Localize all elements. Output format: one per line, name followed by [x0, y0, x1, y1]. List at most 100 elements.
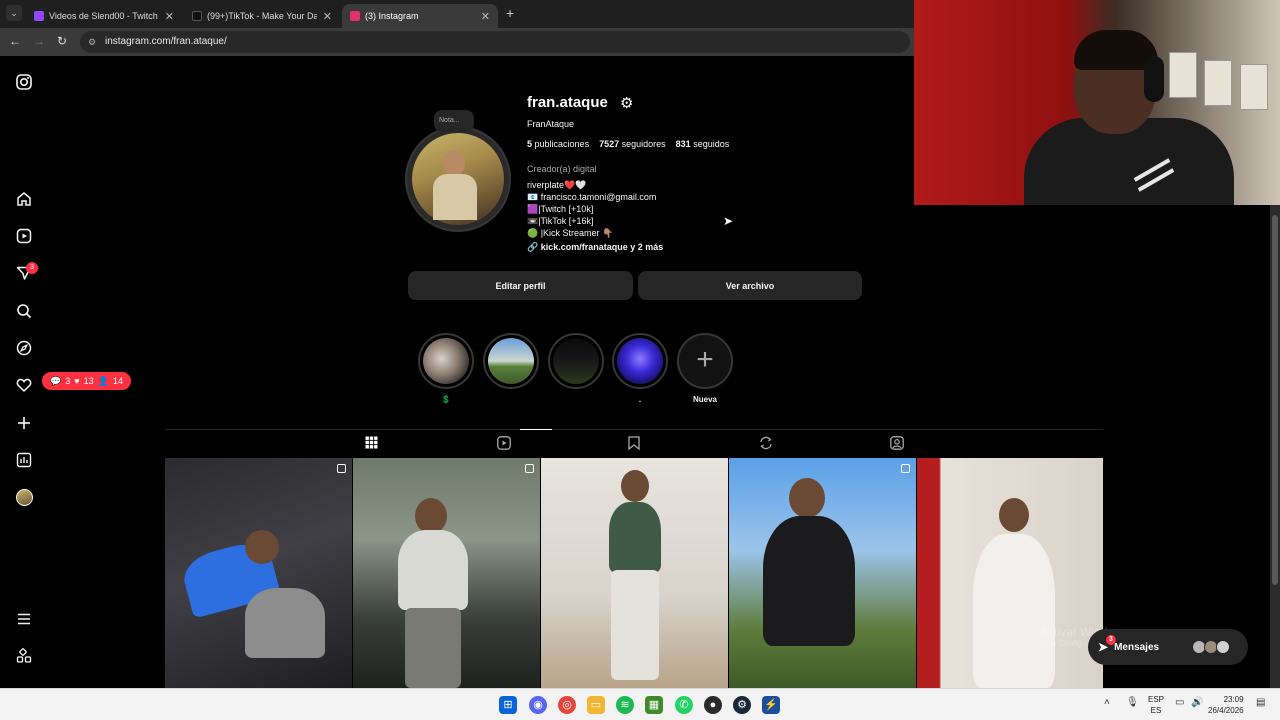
tab-label: Videos de Slend00 - Twitch [49, 11, 158, 21]
sidebar: 3 [0, 56, 48, 688]
home-icon[interactable] [14, 189, 34, 209]
bio-line: 🟢 |Kick Streamer 👇🏽 [527, 228, 614, 238]
tab-twitch[interactable]: Videos de Slend00 - Twitch ✕ [26, 4, 182, 28]
notifications-heart-icon[interactable] [14, 375, 34, 395]
bio-link[interactable]: 🔗 kick.com/franataque y 2 más [527, 241, 663, 253]
followers-stat[interactable]: 7527 seguidores [599, 139, 666, 149]
messages-badge: 3 [26, 262, 38, 274]
notifications-popup[interactable]: 💬 3 ♥ 13 👤 14 [42, 372, 131, 390]
tab-instagram[interactable]: (3) Instagram ✕ [342, 4, 498, 28]
obs-icon[interactable]: ● [704, 696, 722, 714]
keyboard-layout: ES [1150, 706, 1162, 715]
close-tab-icon[interactable]: ✕ [481, 10, 490, 23]
posts-label: publicaciones [534, 139, 590, 149]
highlight-label: . [638, 395, 642, 404]
tagged-person-icon[interactable] [890, 436, 904, 453]
highlight-item[interactable] [418, 333, 474, 389]
new-tab-button[interactable]: + [506, 5, 514, 21]
network-icon[interactable]: ▭ [1175, 697, 1184, 708]
link-icon: 🔗 [527, 242, 539, 252]
close-tab-icon[interactable]: ✕ [165, 10, 174, 23]
whatsapp-icon[interactable]: ✆ [675, 696, 693, 714]
note-placeholder: Nota... [439, 117, 460, 124]
followers-label: seguidores [621, 139, 666, 149]
tab-tiktok[interactable]: (99+)TikTok - Make Your Day ✕ [184, 4, 340, 28]
instagram-logo-icon[interactable] [14, 72, 34, 92]
bio-link-text: kick.com/franataque y 2 más [540, 242, 664, 252]
posts-count: 5 [527, 139, 533, 149]
post-thumbnail[interactable] [729, 458, 916, 688]
tab-label: (3) Instagram [365, 11, 419, 21]
note-bubble[interactable]: Nota... [434, 110, 474, 132]
profile-full-name: FranAtaque [527, 119, 575, 129]
instagram-favicon-icon [350, 11, 360, 21]
following-count: 831 [675, 139, 691, 149]
discord-icon[interactable]: ◉ [529, 696, 547, 714]
notification-center-icon[interactable]: ▤ [1256, 697, 1265, 708]
profile-category: Creador(a) digital [527, 164, 597, 174]
create-plus-icon[interactable] [14, 413, 34, 433]
language-indicator[interactable]: ESP ES [1148, 694, 1164, 716]
site-info-icon[interactable]: ⚙ [88, 31, 96, 53]
carousel-icon [525, 464, 534, 473]
post-thumbnail[interactable] [541, 458, 728, 688]
chrome-icon[interactable]: ◎ [558, 696, 576, 714]
follower-person-icon: 👤 [97, 375, 109, 386]
posts-grid-icon[interactable] [365, 436, 378, 452]
posts-grid [165, 458, 1103, 688]
close-tab-icon[interactable]: ✕ [323, 10, 332, 23]
post-thumbnail[interactable] [165, 458, 352, 688]
profile-username: fran.ataque [527, 94, 608, 111]
highlight-item[interactable] [483, 333, 539, 389]
profile-bio: riverplate❤️🤍 📧 francisco.tamoni@gmail.c… [527, 179, 663, 253]
reels-tab-icon[interactable] [497, 436, 511, 453]
steam-icon[interactable]: ⚙ [733, 696, 751, 714]
highlight-item[interactable] [612, 333, 668, 389]
profile-avatar[interactable] [14, 487, 34, 507]
windows-taskbar: ⊞ ◉ ◎ ▭ ≋ ▦ ✆ ● ⚙ ⚡ ˄ 🎙 ESP ES ▭ 🔊 23:09… [0, 688, 1280, 720]
windows-start-icon[interactable]: ⊞ [499, 696, 517, 714]
webcam-overlay [914, 0, 1280, 205]
more-menu-icon[interactable] [14, 609, 34, 629]
page-scrollbar[interactable] [1270, 205, 1280, 688]
forward-arrow-icon[interactable]: → [33, 34, 45, 48]
minecraft-icon[interactable]: ▦ [645, 696, 663, 714]
saved-bookmark-icon[interactable] [628, 436, 640, 453]
tray-overflow-icon[interactable]: ˄ [1104, 697, 1110, 708]
dashboard-chart-icon[interactable] [14, 450, 34, 470]
bio-line: riverplate❤️🤍 [527, 180, 587, 190]
post-thumbnail[interactable] [917, 458, 1103, 688]
profile-tabs [165, 429, 1103, 455]
tab-search-button[interactable]: ⌄ [6, 5, 22, 21]
settings-gear-icon[interactable]: ⚙ [620, 94, 633, 112]
microphone-icon[interactable]: 🎙 [1126, 697, 1139, 708]
twitch-favicon-icon [34, 11, 44, 21]
like-heart-icon: ♥ [74, 376, 80, 386]
also-from-meta-icon[interactable] [14, 646, 34, 666]
reload-icon[interactable]: ↻ [57, 34, 67, 48]
spotify-icon[interactable]: ≋ [616, 696, 634, 714]
highlight-label: Nueva [692, 395, 717, 404]
reels-icon[interactable] [14, 226, 34, 246]
post-thumbnail[interactable] [353, 458, 540, 688]
following-stat[interactable]: 831 seguidos [676, 139, 730, 149]
explore-compass-icon[interactable] [14, 338, 34, 358]
scrollbar-thumb[interactable] [1272, 215, 1278, 585]
app-icon[interactable]: ⚡ [762, 696, 780, 714]
profile-picture[interactable] [405, 126, 511, 232]
comment-icon: 💬 [50, 375, 62, 386]
active-tab-indicator [520, 429, 552, 430]
view-archive-button[interactable]: Ver archivo [638, 271, 862, 300]
new-highlight-plus-icon[interactable]: + [677, 333, 733, 389]
highlight-item[interactable] [548, 333, 604, 389]
back-arrow-icon[interactable]: ← [9, 34, 21, 48]
search-icon[interactable] [14, 301, 34, 321]
file-explorer-icon[interactable]: ▭ [587, 696, 605, 714]
url-input[interactable]: ⚙ instagram.com/fran.ataque/ [80, 31, 910, 53]
reposts-icon[interactable] [759, 436, 773, 453]
edit-profile-button[interactable]: Editar perfil [408, 271, 633, 300]
system-clock[interactable]: 23:09 26/4/2026 [1208, 694, 1244, 716]
messages-floating-button[interactable]: ➤ 3 Mensajes [1088, 629, 1248, 665]
mouse-pointer-icon: ➤ [723, 214, 734, 228]
volume-icon[interactable]: 🔊 [1191, 697, 1203, 708]
